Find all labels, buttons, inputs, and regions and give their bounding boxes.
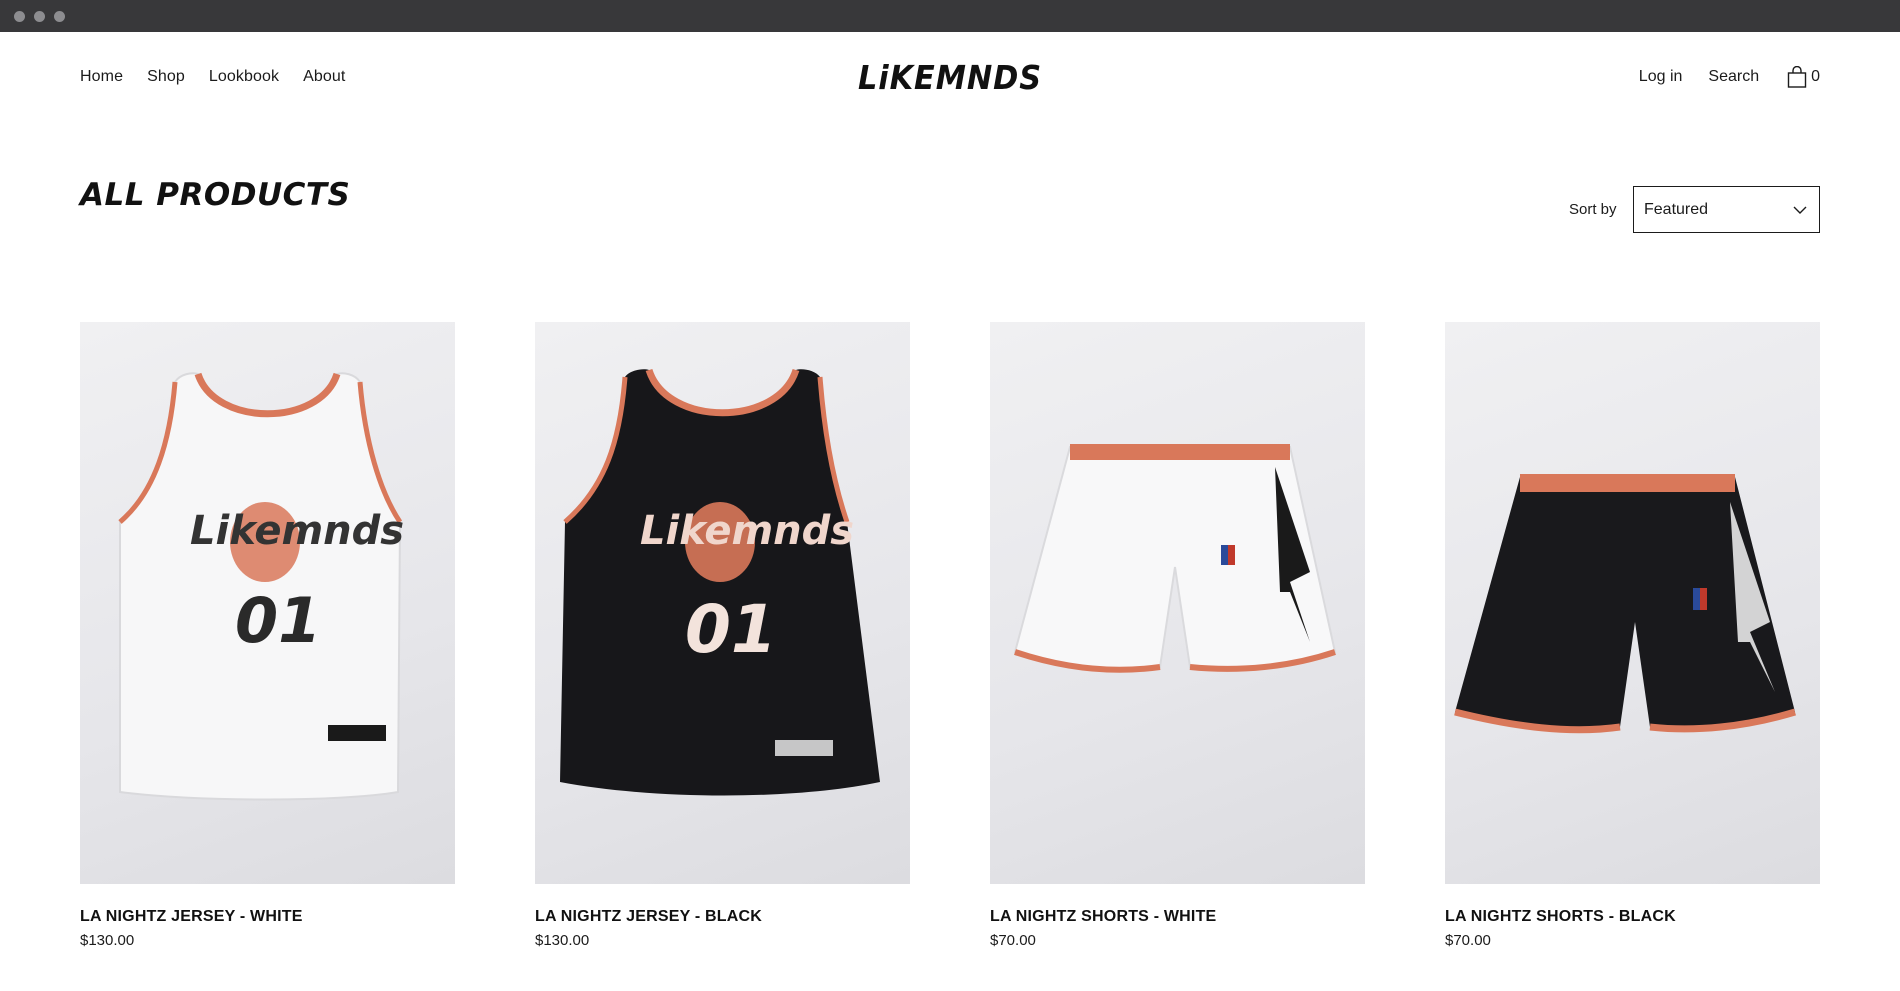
product-image[interactable]: Likemnds 01 <box>535 322 910 884</box>
sort-select[interactable]: Featured <box>1633 186 1820 233</box>
svg-text:Likemnds: Likemnds <box>640 508 854 554</box>
svg-text:Likemnds: Likemnds <box>190 508 404 554</box>
login-link[interactable]: Log in <box>1639 68 1683 86</box>
product-price: $70.00 <box>990 932 1036 949</box>
window-minimize-dot[interactable] <box>34 11 45 22</box>
product-name[interactable]: LA NIGHTZ SHORTS - WHITE <box>990 908 1365 926</box>
window-zoom-dot[interactable] <box>54 11 65 22</box>
cart-button[interactable]: 0 <box>1787 66 1820 88</box>
product-name[interactable]: LA NIGHTZ SHORTS - BLACK <box>1445 908 1820 926</box>
page-title: ALL PRODUCTS <box>80 177 351 213</box>
product-name[interactable]: LA NIGHTZ JERSEY - WHITE <box>80 908 455 926</box>
black-jersey-illustration: Likemnds 01 <box>560 368 880 796</box>
white-shorts-illustration <box>1013 444 1337 673</box>
product-price: $70.00 <box>1445 932 1491 949</box>
svg-text:01: 01 <box>685 591 777 668</box>
shopping-bag-icon <box>1787 66 1807 88</box>
product-price: $130.00 <box>80 932 135 949</box>
sort-label: Sort by <box>1569 201 1617 218</box>
product-card[interactable]: Likemnds 01 LA NIGHTZ JERSEY - BLACK $13… <box>535 322 910 949</box>
product-image[interactable] <box>990 322 1365 884</box>
header-actions: Log in Search 0 <box>1613 66 1820 88</box>
white-jersey-illustration: Likemnds 01 <box>118 372 404 801</box>
product-price: $130.00 <box>535 932 590 949</box>
product-card[interactable]: LA NIGHTZ SHORTS - WHITE $70.00 <box>990 322 1365 949</box>
window-titlebar <box>0 0 1900 32</box>
product-image[interactable] <box>1445 322 1820 884</box>
window-close-dot[interactable] <box>14 11 25 22</box>
search-link[interactable]: Search <box>1708 68 1759 86</box>
product-card[interactable]: Likemnds 01 LA NIGHTZ JERSEY - WHITE $13… <box>80 322 455 949</box>
product-name[interactable]: LA NIGHTZ JERSEY - BLACK <box>535 908 910 926</box>
chevron-down-icon <box>1793 206 1807 214</box>
product-image[interactable]: Likemnds 01 <box>80 322 455 884</box>
black-shorts-illustration <box>1454 474 1797 734</box>
svg-text:01: 01 <box>235 584 321 657</box>
cart-count: 0 <box>1811 68 1820 85</box>
sort-selected-value: Featured <box>1644 200 1709 218</box>
product-card[interactable]: LA NIGHTZ SHORTS - BLACK $70.00 <box>1445 322 1820 949</box>
